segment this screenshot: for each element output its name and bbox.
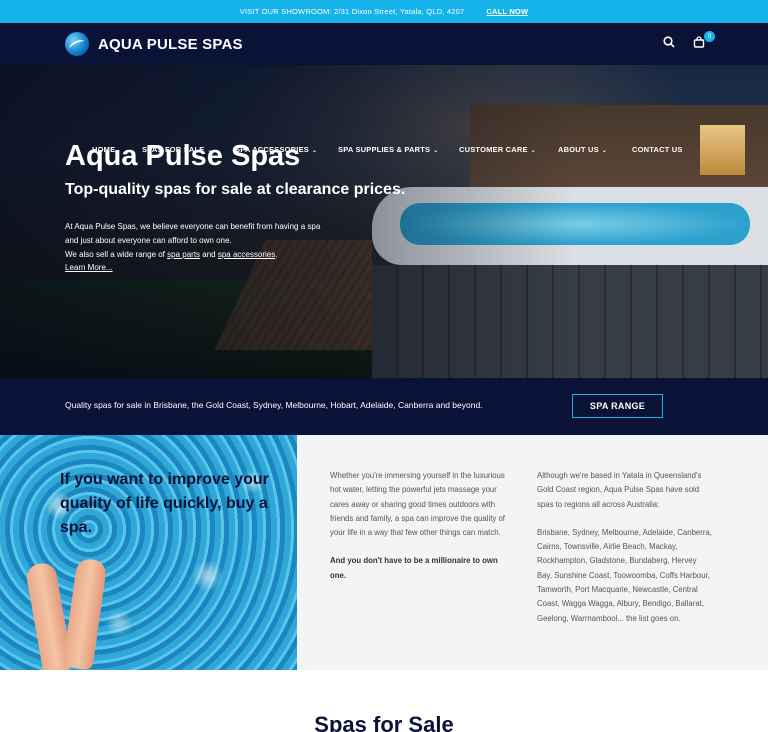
hero-text-fragment: We also sell a wide range of [65, 250, 168, 259]
nav-contact-us[interactable]: CONTACT US [632, 145, 683, 154]
hero-subtitle: Top-quality spas for sale at clearance p… [65, 181, 406, 198]
intro-paragraph-bold: And you don't have to be a millionaire t… [330, 554, 505, 583]
spa-parts-link[interactable]: spa parts [167, 250, 200, 259]
call-now-link[interactable]: CALL NOW [486, 7, 528, 16]
cart-count-badge: 0 [704, 31, 715, 42]
announcement-bar: VISIT OUR SHOWROOM: 2/31 Dixon Street, Y… [0, 0, 768, 23]
chevron-down-icon: ⌄ [433, 148, 439, 154]
logo-mark-icon [65, 32, 89, 56]
regions-list: Brisbane, Sydney, Melbourne, Adelaide, C… [537, 527, 712, 623]
intro-emphasis: And you don't have to be a millionaire t… [330, 556, 498, 580]
intro-column-1: Whether you're immersing yourself in the… [330, 469, 505, 597]
intro-paragraph: Although we're based in Yatala in Queens… [537, 471, 702, 509]
search-icon[interactable] [663, 36, 675, 48]
locations-text: Quality spas for sale in Brisbane, the G… [65, 400, 483, 410]
locations-strip: Quality spas for sale in Brisbane, the G… [0, 378, 768, 435]
water-image: If you want to improve your quality of l… [0, 435, 297, 670]
hero-text-line: We also sell a wide range of spa parts a… [65, 248, 277, 262]
intro-heading: If you want to improve your quality of l… [60, 471, 269, 536]
chevron-down-icon: ⌄ [530, 148, 536, 154]
intro-column-2: Although we're based in Yatala in Queens… [537, 469, 712, 640]
chevron-down-icon: ⌄ [312, 148, 318, 154]
hero-text-fragment: and [200, 250, 218, 259]
foot-image [62, 557, 108, 670]
hero-text-fragment: . [275, 250, 278, 259]
learn-more-link[interactable]: Learn More... [65, 263, 113, 272]
nav-customer-care[interactable]: CUSTOMER CARE ⌄ [459, 145, 536, 154]
hero-text-line: and just about everyone can afford to ow… [65, 236, 232, 245]
intro-paragraph: Whether you're immersing yourself in the… [330, 471, 505, 538]
nav-about-us[interactable]: ABOUT US ⌄ [558, 145, 607, 154]
spa-range-button[interactable]: SPA RANGE [572, 394, 663, 418]
site-header: AQUA PULSE SPAS 0 [0, 23, 768, 65]
hero-text-line: At Aqua Pulse Spas, we believe everyone … [65, 222, 321, 231]
brand-name: AQUA PULSE SPAS [98, 35, 243, 53]
showroom-address: VISIT OUR SHOWROOM: 2/31 Dixon Street, Y… [239, 7, 465, 16]
spa-accessories-link[interactable]: spa accessories [218, 250, 275, 259]
chevron-down-icon: ⌄ [601, 148, 608, 154]
logo[interactable]: AQUA PULSE SPAS [65, 32, 243, 56]
nav-spa-supplies-parts[interactable]: SPA SUPPLIES & PARTS ⌄ [338, 145, 438, 154]
hero-title: Aqua Pulse Spas [65, 140, 301, 172]
spas-for-sale-heading: Spas for Sale [314, 712, 454, 732]
